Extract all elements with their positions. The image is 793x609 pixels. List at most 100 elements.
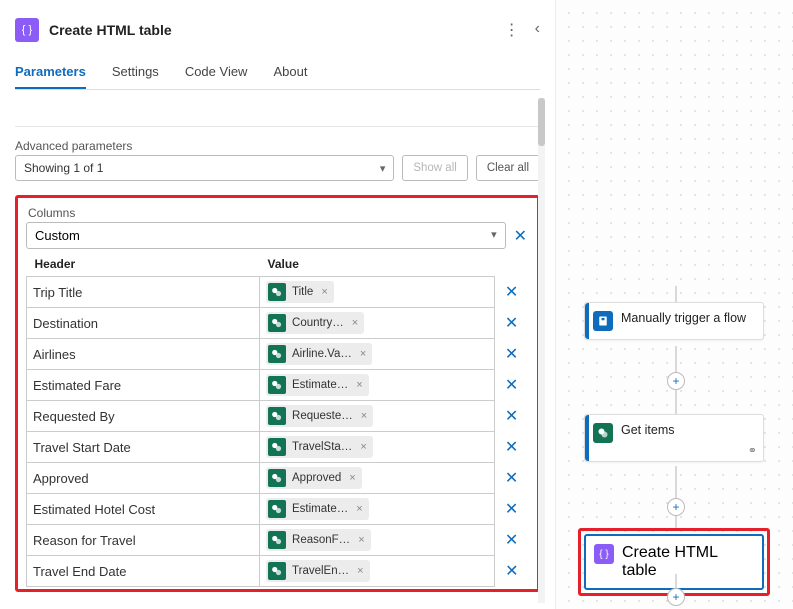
advanced-parameters-select[interactable]: Showing 1 of 1 ▾ (15, 155, 394, 181)
delete-row-icon[interactable]: ✕ (503, 346, 520, 363)
show-all-button[interactable]: Show all (402, 155, 467, 181)
token-label: Estimate… (292, 379, 348, 391)
remove-token-icon[interactable]: × (360, 348, 366, 360)
flow-node-selected-highlight: { } Create HTML table (578, 528, 770, 596)
dynamic-token[interactable]: Title× (266, 281, 334, 303)
table-row: Travel Start Date TravelSta…× ✕ (27, 432, 529, 463)
html-table-icon: { } (594, 544, 614, 564)
table-row: Travel End Date TravelEn…× ✕ (27, 556, 529, 587)
trigger-icon (593, 311, 613, 331)
header-input[interactable]: Trip Title (27, 277, 260, 308)
sharepoint-icon (268, 345, 286, 363)
header-input[interactable]: Estimated Hotel Cost (27, 494, 260, 525)
dynamic-token[interactable]: TravelSta…× (266, 436, 373, 458)
token-label: ReasonF… (292, 534, 350, 546)
header-input[interactable]: Destination (27, 308, 260, 339)
html-table-icon: { } (15, 18, 39, 42)
sharepoint-icon (268, 438, 286, 456)
delete-row-icon[interactable]: ✕ (503, 284, 520, 301)
panel-scrollbar[interactable] (538, 98, 545, 603)
header-input[interactable]: Travel Start Date (27, 432, 260, 463)
remove-token-icon[interactable]: × (356, 379, 362, 391)
connector-line (675, 286, 677, 302)
flow-node-trigger[interactable]: Manually trigger a flow (584, 302, 764, 340)
flow-canvas[interactable]: Manually trigger a flow + Get items ⚭ + … (556, 0, 793, 609)
node-accent (585, 303, 589, 339)
remove-token-icon[interactable]: × (358, 534, 364, 546)
divider (15, 126, 540, 127)
table-row: Approved Approved× ✕ (27, 463, 529, 494)
flow-node-create-html-table[interactable]: { } Create HTML table (584, 534, 764, 590)
connector-line (675, 346, 677, 374)
sharepoint-icon (268, 500, 286, 518)
col-header-header: Header (27, 252, 260, 277)
dynamic-token[interactable]: TravelEn…× (266, 560, 370, 582)
value-input[interactable]: Approved× (260, 463, 495, 494)
collapse-panel-icon[interactable]: ‹ (535, 20, 540, 40)
add-step-button[interactable]: + (667, 498, 685, 516)
delete-row-icon[interactable]: ✕ (503, 377, 520, 394)
tab-about[interactable]: About (273, 64, 307, 89)
dynamic-token[interactable]: Estimate… × (266, 374, 369, 396)
delete-row-icon[interactable]: ✕ (503, 501, 520, 518)
node-title: Manually trigger a flow (621, 311, 746, 331)
remove-token-icon[interactable]: × (349, 472, 355, 484)
sharepoint-icon (268, 531, 286, 549)
dynamic-token[interactable]: Approved× (266, 467, 362, 489)
clear-columns-icon[interactable]: ✕ (512, 226, 529, 246)
delete-row-icon[interactable]: ✕ (503, 408, 520, 425)
remove-token-icon[interactable]: × (352, 317, 358, 329)
header-input[interactable]: Airlines (27, 339, 260, 370)
value-input[interactable]: Estimate… × (260, 494, 495, 525)
dynamic-token[interactable]: Country… × (266, 312, 364, 334)
add-step-button[interactable]: + (667, 372, 685, 390)
connector-line (675, 390, 677, 414)
tab-code-view[interactable]: Code View (185, 64, 248, 89)
value-input[interactable]: ReasonF… × (260, 525, 495, 556)
delete-row-icon[interactable]: ✕ (503, 563, 520, 580)
delete-row-icon[interactable]: ✕ (503, 470, 520, 487)
header-input[interactable]: Estimated Fare (27, 370, 260, 401)
header-input[interactable]: Travel End Date (27, 556, 260, 587)
panel-title: Create HTML table (49, 22, 172, 38)
value-input[interactable]: TravelEn…× (260, 556, 495, 587)
add-step-button[interactable]: + (667, 588, 685, 606)
dynamic-token[interactable]: Requeste…× (266, 405, 373, 427)
delete-row-icon[interactable]: ✕ (503, 315, 520, 332)
value-input[interactable]: Requeste…× (260, 401, 495, 432)
table-row: Airlines Airline.Va… × ✕ (27, 339, 529, 370)
scrollbar-thumb[interactable] (538, 98, 545, 146)
header-input[interactable]: Reason for Travel (27, 525, 260, 556)
remove-token-icon[interactable]: × (356, 503, 362, 515)
header-input[interactable]: Approved (27, 463, 260, 494)
token-label: Airline.Va… (292, 348, 352, 360)
remove-token-icon[interactable]: × (361, 410, 367, 422)
value-input[interactable]: Estimate… × (260, 370, 495, 401)
value-input[interactable]: TravelSta…× (260, 432, 495, 463)
remove-token-icon[interactable]: × (321, 286, 327, 298)
table-row: Estimated Hotel Cost Estimate… × ✕ (27, 494, 529, 525)
chevron-down-icon: ▾ (380, 162, 386, 175)
delete-row-icon[interactable]: ✕ (503, 439, 520, 456)
value-input[interactable]: Country… × (260, 308, 495, 339)
clear-all-button[interactable]: Clear all (476, 155, 540, 181)
tab-parameters[interactable]: Parameters (15, 64, 86, 89)
value-input[interactable]: Title× (260, 277, 495, 308)
remove-token-icon[interactable]: × (357, 565, 363, 577)
remove-token-icon[interactable]: × (360, 441, 366, 453)
header-input[interactable]: Requested By (27, 401, 260, 432)
connector-line (675, 466, 677, 499)
dynamic-token[interactable]: ReasonF… × (266, 529, 371, 551)
dynamic-token[interactable]: Estimate… × (266, 498, 369, 520)
token-label: Estimate… (292, 503, 348, 515)
columns-mode-select[interactable]: Custom ▾ (26, 222, 506, 249)
tab-settings[interactable]: Settings (112, 64, 159, 89)
sharepoint-icon (593, 423, 613, 443)
dynamic-token[interactable]: Airline.Va… × (266, 343, 372, 365)
delete-row-icon[interactable]: ✕ (503, 532, 520, 549)
more-menu-icon[interactable]: ⋮ (504, 20, 521, 40)
value-input[interactable]: Airline.Va… × (260, 339, 495, 370)
flow-node-get-items[interactable]: Get items ⚭ (584, 414, 764, 462)
token-label: Country… (292, 317, 344, 329)
node-title: Get items (621, 423, 675, 443)
